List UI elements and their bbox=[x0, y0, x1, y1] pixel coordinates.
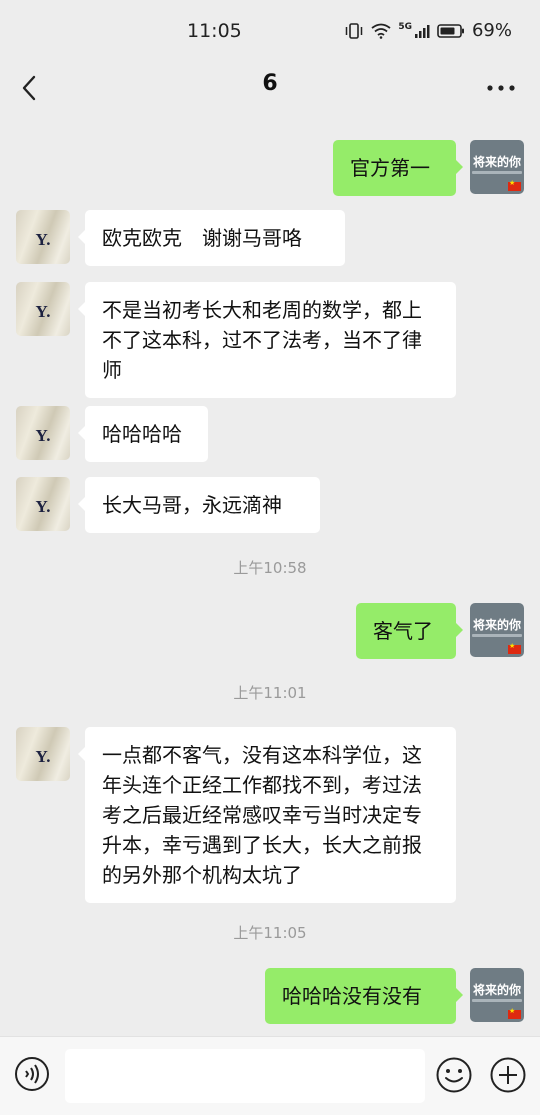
message-bubble-outgoing[interactable]: 官方第一 bbox=[333, 140, 463, 196]
message-list[interactable]: 将来的你 官方第一 Y. 欧克欧克 谢谢马哥咯 Y. 不是当初考长大和老周的数学… bbox=[0, 116, 540, 1036]
message-bubble-outgoing[interactable]: 哈哈哈没有没有 bbox=[265, 968, 463, 1024]
flag-icon bbox=[508, 642, 521, 654]
contact-avatar[interactable]: Y. bbox=[16, 282, 70, 336]
status-time: 11:05 bbox=[187, 20, 242, 42]
status-icons: 5G 69% bbox=[344, 20, 512, 41]
nav-bar: 6 bbox=[0, 62, 540, 116]
message-bubble-incoming[interactable]: 长大马哥，永远滴神 bbox=[78, 477, 320, 533]
more-options-button[interactable] bbox=[484, 70, 518, 106]
self-avatar[interactable]: 将来的你 bbox=[470, 968, 524, 1022]
message-bubble-incoming[interactable]: 哈哈哈哈 bbox=[78, 406, 208, 462]
chat-title: 6 bbox=[262, 71, 278, 96]
battery-icon bbox=[437, 23, 464, 38]
contact-avatar[interactable]: Y. bbox=[16, 406, 70, 460]
self-avatar[interactable]: 将来的你 bbox=[470, 140, 524, 194]
status-bar: 11:05 5G 69% bbox=[0, 0, 540, 62]
message-input[interactable] bbox=[65, 1049, 425, 1103]
voice-input-icon[interactable] bbox=[14, 1056, 50, 1092]
message-timestamp: 上午11:05 bbox=[233, 924, 307, 942]
battery-level: 69% bbox=[471, 20, 512, 41]
more-functions-plus-icon[interactable] bbox=[489, 1056, 527, 1094]
network-type: 5G bbox=[398, 21, 412, 32]
contact-avatar[interactable]: Y. bbox=[16, 727, 70, 781]
contact-avatar[interactable]: Y. bbox=[16, 477, 70, 531]
message-bubble-incoming[interactable]: 不是当初考长大和老周的数学，都上不了这本科，过不了法考，当不了律师 bbox=[78, 282, 456, 398]
message-bubble-outgoing[interactable]: 客气了 bbox=[356, 603, 463, 659]
input-bar bbox=[0, 1036, 540, 1115]
flag-icon bbox=[508, 1007, 521, 1019]
message-bubble-incoming[interactable]: 欧克欧克 谢谢马哥咯 bbox=[78, 210, 345, 266]
message-bubble-incoming[interactable]: 一点都不客气，没有这本科学位，这年头连个正经工作都找不到，考过法考之后最近经常感… bbox=[78, 727, 456, 903]
message-timestamp: 上午11:01 bbox=[233, 684, 307, 702]
contact-avatar[interactable]: Y. bbox=[16, 210, 70, 264]
wifi-icon bbox=[371, 23, 391, 39]
signal-icon bbox=[414, 24, 430, 38]
message-timestamp: 上午10:58 bbox=[233, 559, 307, 577]
self-avatar[interactable]: 将来的你 bbox=[470, 603, 524, 657]
emoji-icon[interactable] bbox=[435, 1056, 473, 1094]
flag-icon bbox=[508, 179, 521, 191]
vibrate-icon bbox=[346, 22, 363, 39]
